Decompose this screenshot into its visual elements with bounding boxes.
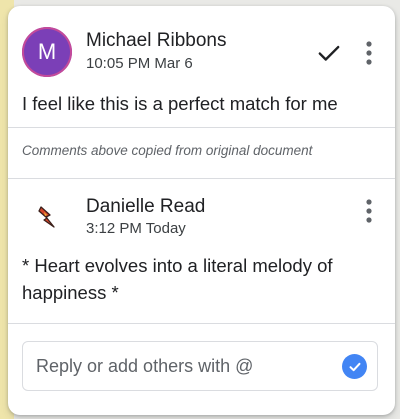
- divider: [8, 323, 395, 324]
- copied-comments-note: Comments above copied from original docu…: [22, 143, 313, 158]
- reply-box: [22, 341, 378, 391]
- avatar[interactable]: [30, 202, 64, 236]
- reply-input[interactable]: [23, 342, 333, 390]
- more-vertical-icon: [366, 199, 372, 223]
- reply-timestamp: 3:12 PM Today: [86, 220, 186, 237]
- reply-author-name: Danielle Read: [86, 196, 206, 217]
- divider: [8, 127, 395, 128]
- more-vertical-icon: [366, 41, 372, 65]
- avatar-initial: M: [37, 39, 57, 64]
- reply-text: * Heart evolves into a literal melody of…: [22, 255, 333, 303]
- comment-author-name: Michael Ribbons: [86, 30, 227, 51]
- lightning-avatar-icon: [38, 206, 55, 228]
- comment-text: I feel like this is a perfect match for …: [22, 93, 338, 114]
- comment-timestamp: 10:05 PM Mar 6: [86, 55, 193, 72]
- comment-thread-card: M Michael Ribbons 10:05 PM Mar 6 I feel …: [8, 6, 395, 415]
- submit-reply-button[interactable]: [342, 354, 367, 379]
- resolve-button[interactable]: [312, 36, 346, 70]
- comment-more-options-button[interactable]: [356, 36, 382, 70]
- divider: [8, 178, 395, 179]
- avatar[interactable]: M: [22, 27, 72, 77]
- reply-more-options-button[interactable]: [356, 194, 382, 228]
- check-circle-icon: [349, 362, 360, 371]
- checkmark-icon: [318, 45, 340, 61]
